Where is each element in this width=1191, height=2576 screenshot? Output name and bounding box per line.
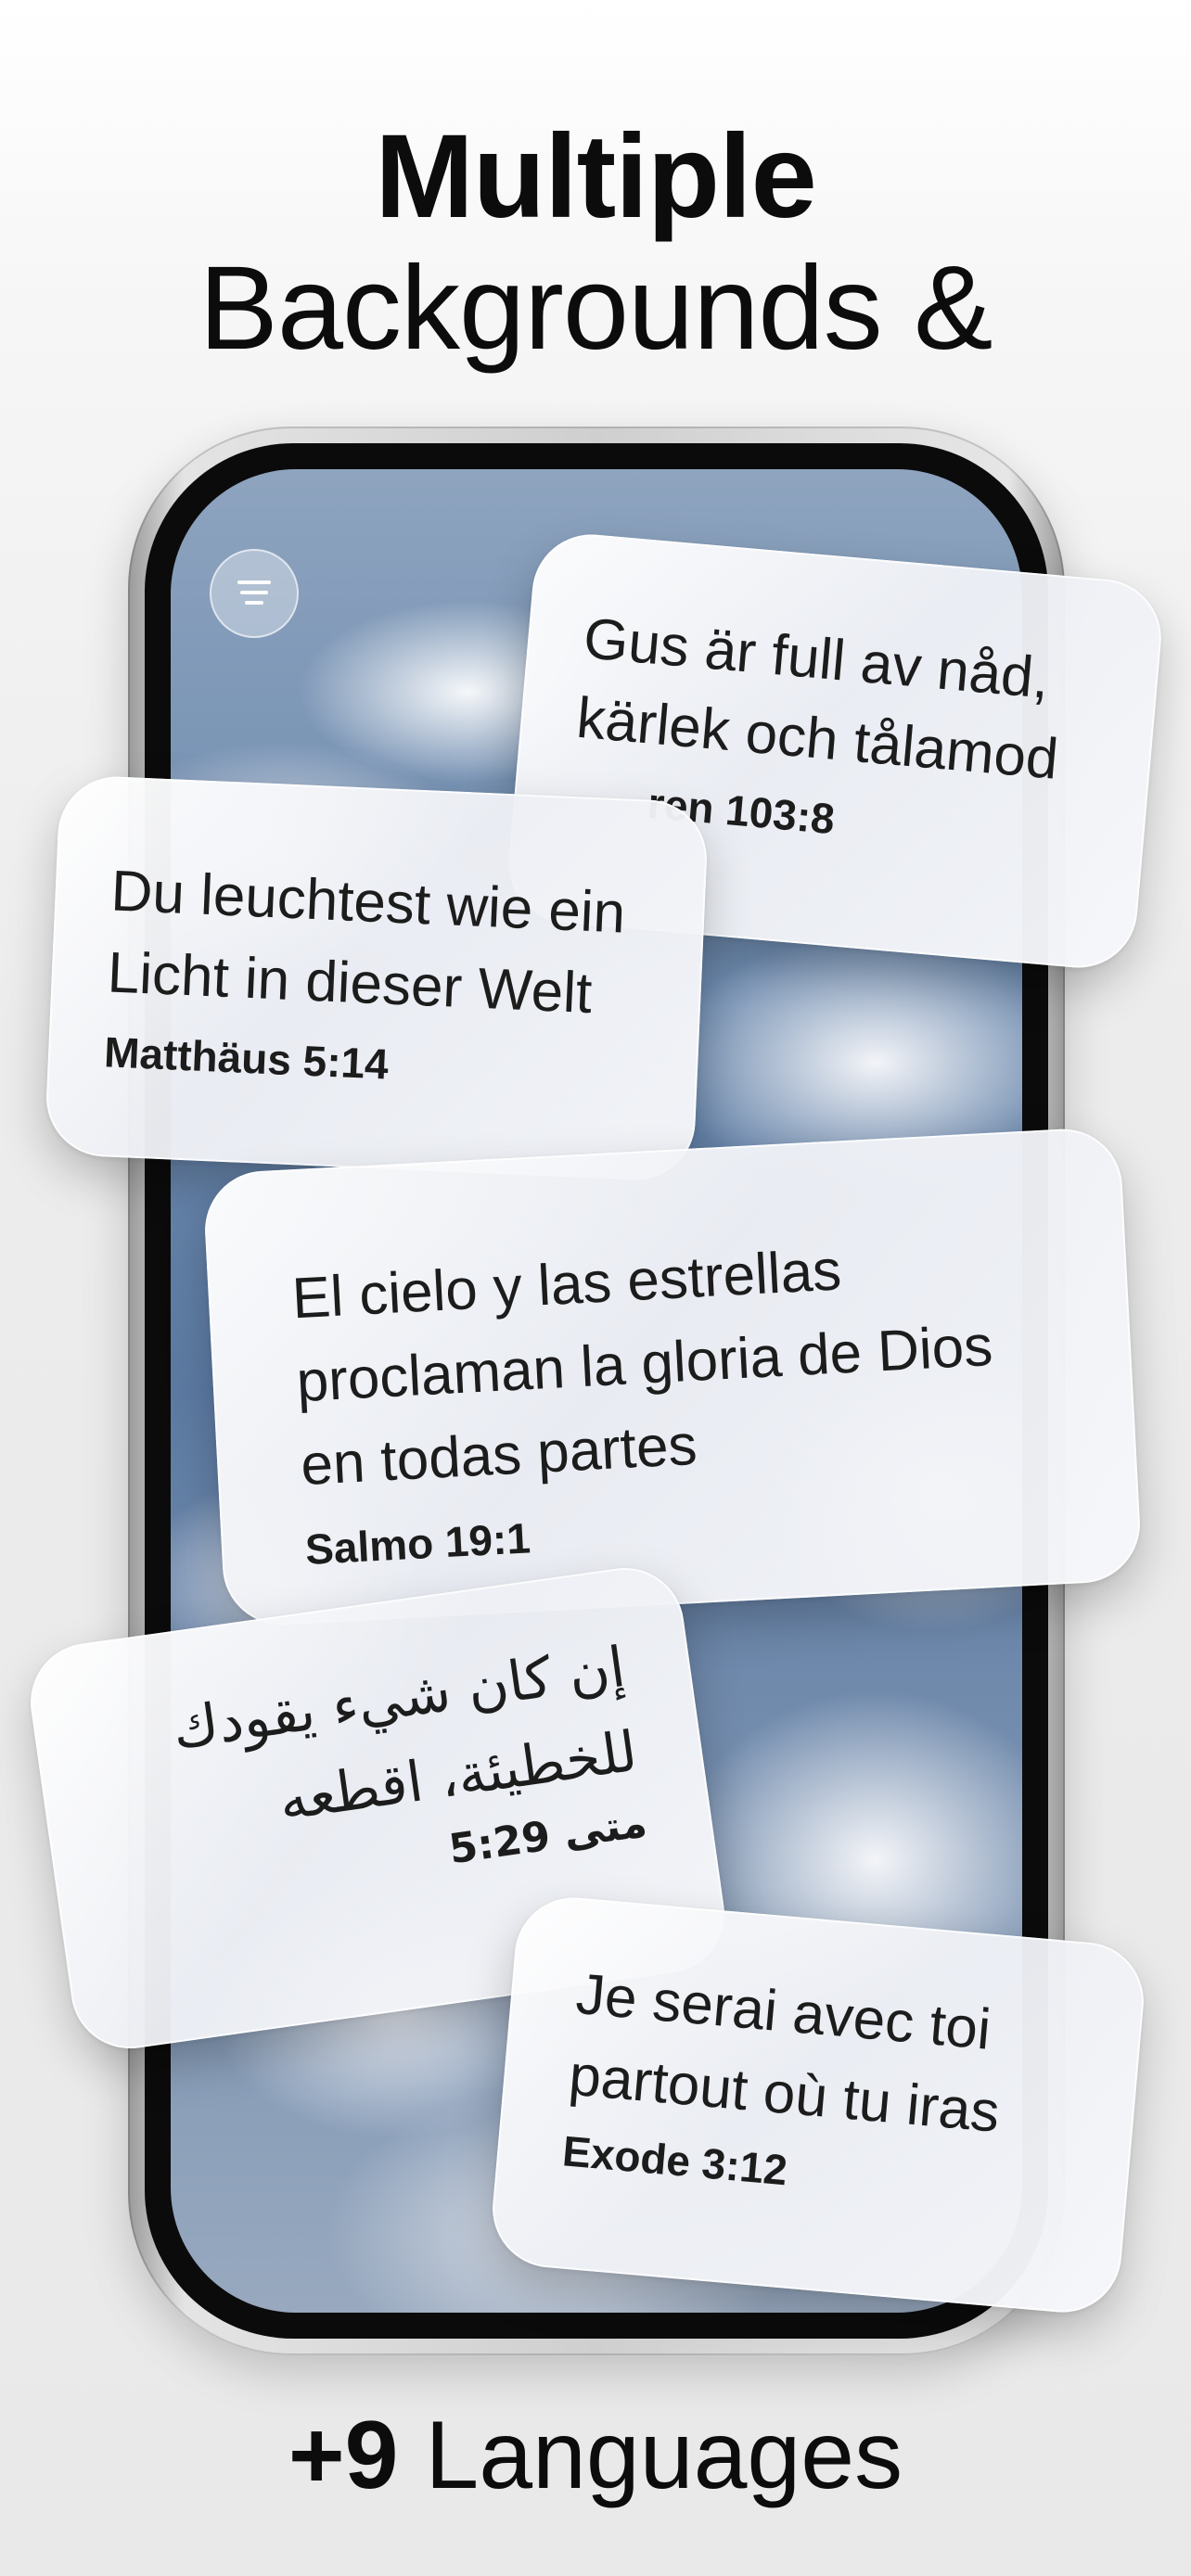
verse-card-french: Je serai avec toi partout où tu iras Exo…: [487, 1893, 1149, 2317]
verse-card-german: Du leuchtest wie ein Licht in dieser Wel…: [44, 773, 710, 1183]
verse-text: Du leuchtest wie ein Licht in dieser Wel…: [106, 850, 669, 1038]
languages-title: +9 Languages: [0, 2400, 1191, 2511]
languages-label: Languages: [425, 2402, 903, 2509]
verse-reference: Matthäus 5:14: [103, 1027, 390, 1089]
headline: Multiple Backgrounds &: [0, 111, 1191, 375]
headline-line-2: Backgrounds &: [198, 242, 992, 375]
verse-text: El cielo y las estrellas proclaman la gl…: [290, 1216, 1100, 1508]
verse-text: Je serai avec toi partout où tu iras: [566, 1954, 1107, 2162]
menu-button[interactable]: [210, 549, 299, 638]
languages-count: +9: [288, 2402, 399, 2509]
headline-line-1: Multiple: [375, 110, 817, 243]
verse-text: Gus är full av nåd, kärlek och tålamod: [573, 599, 1123, 805]
menu-icon: [236, 580, 273, 606]
verse-card-spanish: El cielo y las estrellas proclaman la gl…: [201, 1126, 1144, 1628]
